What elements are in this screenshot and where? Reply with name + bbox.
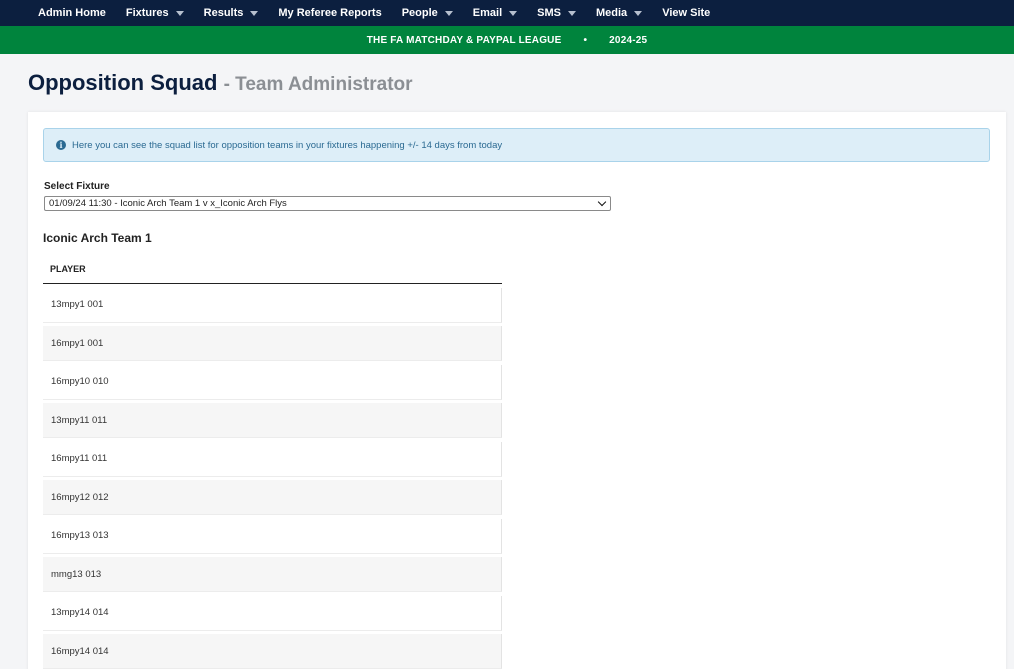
caret-down-icon — [250, 11, 259, 16]
player-name: 13mpy11 011 — [51, 414, 108, 426]
select-fixture-label: Select Fixture — [44, 181, 110, 192]
nav-email[interactable]: Email — [463, 0, 527, 26]
page-title: Opposition Squad - Team Administrator — [28, 70, 413, 96]
nav-results[interactable]: Results — [194, 0, 269, 26]
player-name: 16mpy14 014 — [51, 645, 109, 657]
nav-media[interactable]: Media — [586, 0, 652, 26]
nav-label: View Site — [662, 7, 711, 19]
table-row: 16mpy13 013 — [43, 518, 502, 554]
league-banner: THE FA MATCHDAY & PAYPAL LEAGUE • 2024-2… — [0, 26, 1014, 54]
player-name: mmg13 013 — [51, 568, 102, 580]
nav-label: Email — [472, 7, 503, 19]
league-separator: • — [583, 34, 588, 46]
caret-down-icon — [509, 11, 518, 16]
player-name: 16mpy10 010 — [51, 376, 109, 387]
page-title-text: Opposition Squad — [28, 70, 218, 95]
caret-down-icon — [634, 11, 643, 16]
player-name: 16mpy13 013 — [51, 530, 109, 541]
nav-label: Admin Home — [38, 7, 106, 19]
nav-view-site[interactable]: View Site — [652, 0, 720, 26]
player-name: 16mpy12 012 — [51, 491, 109, 503]
nav-label: Media — [596, 7, 628, 19]
table-row: 13mpy1 001 — [43, 287, 502, 323]
info-text: Here you can see the squad list for oppo… — [72, 139, 503, 151]
content-card: i Here you can see the squad list for op… — [28, 112, 1006, 669]
squad-table: PLAYER 13mpy1 001 16mpy1 001 16mpy10 010… — [43, 255, 502, 669]
caret-down-icon — [444, 11, 453, 16]
nav-label: My Referee Reports — [278, 7, 382, 19]
table-row: 16mpy10 010 — [43, 364, 502, 400]
table-row: 16mpy14 014 — [43, 634, 502, 669]
table-row: 13mpy11 011 — [43, 403, 502, 438]
fixture-selected-value: 01/09/24 11:30 - Iconic Arch Team 1 v x_… — [49, 198, 287, 209]
caret-down-icon — [568, 11, 576, 16]
player-name: 16mpy1 001 — [51, 337, 104, 349]
info-alert: i Here you can see the squad list for op… — [43, 128, 990, 162]
table-row: 16mpy1 001 — [43, 326, 502, 361]
nav-admin-home[interactable]: Admin Home — [28, 0, 116, 26]
nav-label: Fixtures — [125, 7, 169, 19]
caret-down-icon — [175, 11, 184, 16]
nav-fixtures[interactable]: Fixtures — [116, 0, 194, 26]
table-row: 16mpy11 011 — [43, 441, 502, 477]
nav-sms[interactable]: SMS — [527, 0, 586, 26]
table-row: 13mpy14 014 — [43, 595, 502, 631]
table-row: mmg13 013 — [43, 557, 502, 592]
player-name: 13mpy14 014 — [51, 607, 109, 618]
team-heading: Iconic Arch Team 1 — [43, 231, 152, 245]
info-icon: i — [56, 140, 66, 150]
top-navigation: Admin Home Fixtures Results My Referee R… — [0, 0, 1014, 26]
page-subtitle: - Team Administrator — [223, 74, 413, 95]
column-header-player: PLAYER — [43, 255, 502, 284]
league-name: THE FA MATCHDAY & PAYPAL LEAGUE — [366, 34, 562, 46]
nav-label: SMS — [537, 7, 561, 19]
nav-label: Results — [203, 7, 244, 19]
league-season: 2024-25 — [609, 34, 648, 46]
fixture-select[interactable]: 01/09/24 11:30 - Iconic Arch Team 1 v x_… — [44, 196, 611, 211]
table-row: 16mpy12 012 — [43, 480, 502, 515]
nav-people[interactable]: People — [392, 0, 463, 26]
chevron-down-icon — [597, 197, 607, 207]
player-name: 13mpy1 001 — [51, 299, 104, 310]
nav-label: People — [401, 7, 438, 19]
player-name: 16mpy11 011 — [51, 453, 108, 464]
nav-my-referee-reports[interactable]: My Referee Reports — [268, 0, 391, 26]
